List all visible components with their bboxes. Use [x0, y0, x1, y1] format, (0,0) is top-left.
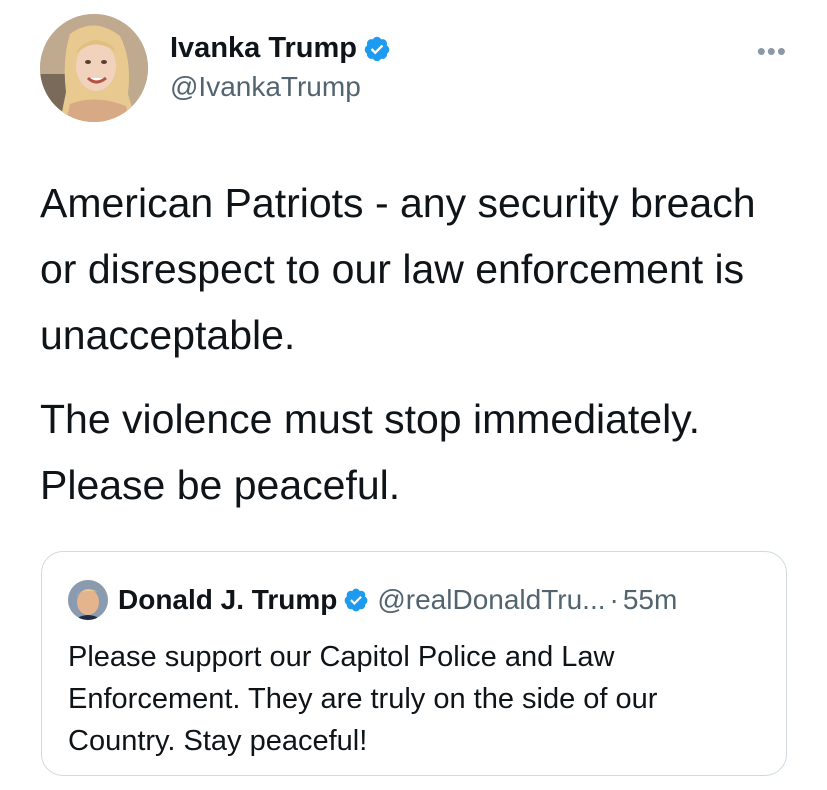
tweet-header: Ivanka Trump @IvankaTrump •••	[40, 14, 787, 124]
dot-separator: ·	[609, 584, 619, 615]
tweet-paragraph: The violence must stop immediately. Plea…	[40, 396, 701, 508]
author-names: Ivanka Trump @IvankaTrump	[170, 32, 391, 103]
quoted-tweet-header: Donald J. Trump @realDonaldTru... · 55m	[68, 580, 677, 620]
quoted-timestamp[interactable]: 55m	[623, 584, 677, 616]
quoted-tweet-card[interactable]: Donald J. Trump @realDonaldTru... · 55m …	[41, 551, 787, 776]
quoted-handle[interactable]: @realDonaldTru...	[377, 584, 605, 616]
quoted-tweet-text: Please support our Capitol Police and La…	[68, 641, 658, 757]
avatar-photo	[40, 14, 148, 122]
author-avatar[interactable]	[40, 14, 148, 122]
more-options-icon[interactable]: •••	[757, 36, 787, 67]
quoted-author-avatar[interactable]	[68, 580, 108, 620]
quoted-display-name[interactable]: Donald J. Trump	[118, 584, 337, 616]
tweet-paragraph: American Patriots - any security breach …	[40, 180, 756, 358]
tweet-body: American Patriots - any security breach …	[40, 170, 800, 518]
quoted-avatar-photo	[68, 580, 108, 620]
verified-badge-icon	[363, 35, 391, 63]
verified-badge-icon	[343, 587, 369, 613]
author-handle[interactable]: @IvankaTrump	[170, 71, 391, 103]
author-display-name[interactable]: Ivanka Trump	[170, 32, 357, 65]
